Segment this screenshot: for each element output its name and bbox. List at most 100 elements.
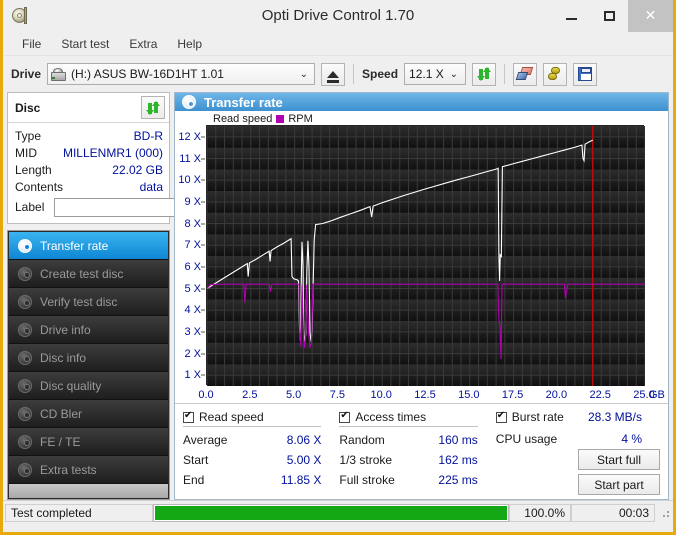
disc-box-title: Disc <box>15 100 41 115</box>
minimize-button[interactable] <box>552 0 590 32</box>
window-controls: ✕ <box>552 0 673 32</box>
burst-rate-results: Burst rate 28.3 MB/s CPU usage 4 % Start… <box>495 410 660 499</box>
maximize-button[interactable] <box>590 0 628 32</box>
result-value: 160 ms <box>438 433 478 447</box>
chart-y-axis: 1 X 2 X 3 X 4 X 5 X 6 X 7 X 8 X 9 X 10 X 11 X 12 X <box>175 125 205 387</box>
result-value: 225 ms <box>438 473 478 487</box>
result-row-third-stroke: 1/3 stroke 162 ms <box>339 450 477 470</box>
result-value: 162 ms <box>438 453 478 467</box>
chart-svg <box>206 126 646 386</box>
disc-info-box: Disc Type BD-R MID MILLENMR1 (000) Lengt… <box>7 92 258 224</box>
disc-refresh-button[interactable] <box>141 96 165 119</box>
disc-row-mid: MID MILLENMR1 (000) <box>15 144 163 161</box>
disc-row-contents: Contents data <box>15 178 163 195</box>
x-axis-tick-label: 10.0 <box>370 389 392 401</box>
resize-grip-icon[interactable] <box>659 507 671 519</box>
sidebar-item-transfer-rate[interactable]: Transfer rate <box>9 232 168 260</box>
legend-rpm: RPM <box>288 113 313 125</box>
x-axis-tick-label: 15.0 <box>458 389 480 401</box>
progress-fill <box>155 505 507 520</box>
sidebar-item-verify-test-disc[interactable]: Verify test disc <box>9 288 168 316</box>
sidebar-item-fe-te[interactable]: FE / TE <box>9 428 168 456</box>
y-axis-tick-label: 11 X <box>179 152 201 165</box>
sidebar-item-label: CD Bler <box>40 406 83 421</box>
y-axis-tick-label: 5 X <box>184 282 201 295</box>
disc-icon <box>18 350 32 365</box>
sidebar-item-label: FE / TE <box>40 434 81 449</box>
extra-tools-button[interactable] <box>543 62 568 86</box>
refresh-icon <box>477 67 492 81</box>
result-row-end: End 11.85 X <box>183 470 321 490</box>
y-axis-tick <box>201 331 205 333</box>
disc-row-contents-key: Contents <box>15 179 64 194</box>
disc-row-mid-key: MID <box>15 145 37 160</box>
burst-rate-header: Burst rate 28.3 MB/s <box>495 410 642 426</box>
save-icon <box>578 67 593 81</box>
sidebar-item-label: Extra tests <box>40 462 97 477</box>
y-axis-tick-label: 4 X <box>184 304 201 317</box>
eject-button[interactable] <box>321 62 346 86</box>
app-icon <box>11 6 29 25</box>
sidebar-item-cd-bler[interactable]: CD Bler <box>9 400 168 428</box>
panel-title: Transfer rate <box>204 94 283 110</box>
y-axis-tick <box>201 374 205 376</box>
speed-select[interactable]: 12.1 X ⌄ <box>404 63 467 85</box>
x-axis-tick-label: 5.0 <box>285 389 302 401</box>
read-speed-checkbox[interactable] <box>183 410 194 423</box>
x-axis-tick-label: 0.0 <box>198 389 214 401</box>
x-axis-tick-label: 20.0 <box>545 389 568 401</box>
sidebar-item-disc-quality[interactable]: Disc quality <box>9 372 168 400</box>
access-times-label: Access times <box>355 410 427 424</box>
sidebar-item-create-test-disc[interactable]: Create test disc <box>9 260 168 288</box>
disc-icon <box>18 266 32 281</box>
y-axis-tick-label: 1 X <box>184 369 201 382</box>
status-bar: Test completed 100.0% 00:03 <box>3 500 673 524</box>
speed-select-value: 12.1 X <box>409 67 444 81</box>
result-row-average: Average 8.06 X <box>183 430 321 450</box>
sidebar-item-disc-info[interactable]: Disc info <box>9 344 168 372</box>
app-window: Opti Drive Control 1.70 ✕ File Start tes… <box>0 0 676 535</box>
burst-rate-label: Burst rate <box>511 410 564 424</box>
test-nav-list: Transfer rate Create test disc Verify te… <box>7 230 170 500</box>
progress-bar <box>153 503 509 522</box>
read-speed-header: Read speed <box>183 410 322 427</box>
title-bar: Opti Drive Control 1.70 ✕ <box>3 0 673 32</box>
result-key: End <box>183 473 205 487</box>
start-part-button[interactable]: Start part <box>578 474 660 495</box>
result-row-random: Random 160 ms <box>339 430 477 450</box>
disc-icon <box>18 294 32 309</box>
sidebar-item-drive-info[interactable]: Drive info <box>9 316 168 344</box>
save-button[interactable] <box>573 62 598 86</box>
start-full-button[interactable]: Start full <box>578 449 660 470</box>
disc-icon <box>18 238 32 253</box>
menu-item-help[interactable]: Help <box>168 34 211 54</box>
menu-item-start-test[interactable]: Start test <box>52 34 118 54</box>
result-key: Start <box>183 453 209 467</box>
menu-item-file[interactable]: File <box>13 34 50 54</box>
result-value: 5.00 X <box>286 453 322 467</box>
disc-row-type-key: Type <box>15 128 42 143</box>
read-speed-results: Read speed Average 8.06 X Start 5.00 X E… <box>183 410 339 499</box>
sidebar-item-extra-tests[interactable]: Extra tests <box>9 456 168 484</box>
result-key: Random <box>339 433 385 447</box>
erase-button[interactable] <box>513 62 538 86</box>
disc-icon <box>18 434 32 449</box>
drive-select[interactable]: (H:) ASUS BW-16D1HT 1.01 ⌄ <box>47 63 316 85</box>
menu-item-extra[interactable]: Extra <box>120 34 166 54</box>
sidebar: Disc Type BD-R MID MILLENMR1 (000) Lengt… <box>7 92 258 521</box>
access-times-checkbox[interactable] <box>339 410 351 423</box>
speed-label: Speed <box>362 67 399 81</box>
refresh-button[interactable] <box>472 62 497 86</box>
minimize-icon <box>565 17 577 20</box>
transfer-rate-chart: Read speed RPM 1 X 2 X 3 X 4 X 5 X 6 X 7 X 8 X 9… <box>175 111 668 403</box>
pills-icon <box>547 66 563 82</box>
chart-x-axis: 0.0 2.5 5.0 7.5 10.0 12.5 15.0 17.5 20.0 22.5 25.0… <box>175 389 668 405</box>
disc-row-mid-value: MILLENMR1 (000) <box>62 145 163 160</box>
y-axis-tick-label: 8 X <box>184 217 201 230</box>
results-area: Read speed Average 8.06 X Start 5.00 X E… <box>175 403 668 499</box>
y-axis-tick <box>201 158 205 159</box>
disc-icon <box>18 378 32 393</box>
burst-rate-checkbox[interactable] <box>495 410 507 423</box>
y-axis-tick <box>201 201 205 203</box>
close-button[interactable]: ✕ <box>628 0 673 32</box>
